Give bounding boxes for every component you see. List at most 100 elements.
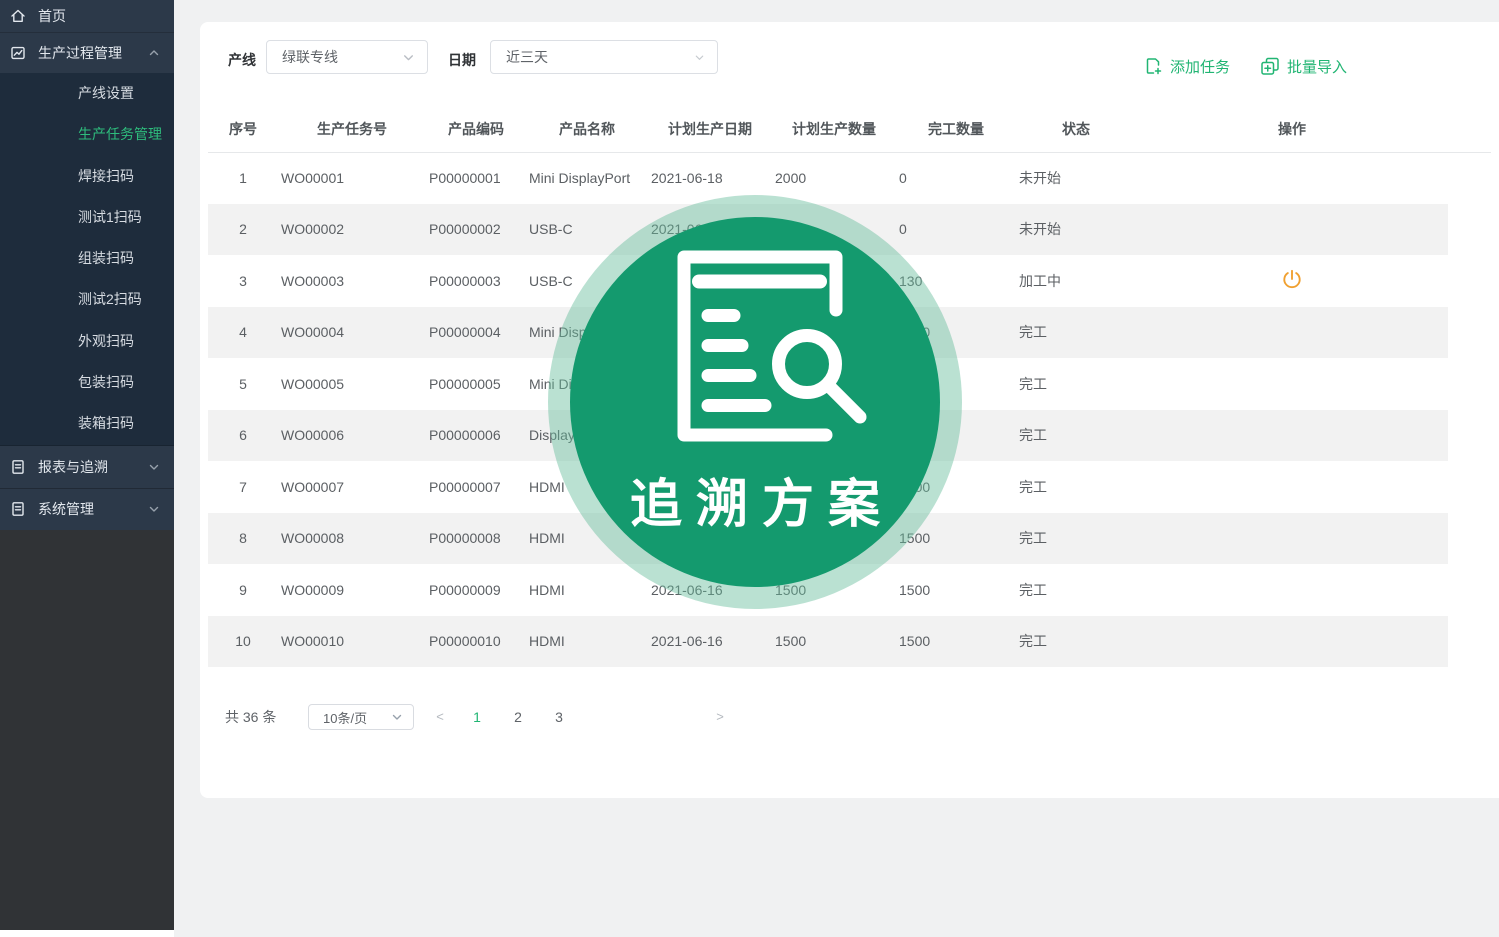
- page-size-select[interactable]: 10条/页: [308, 704, 414, 730]
- table-row: 10WO00010P00000010HDMI2021-06-1615001500…: [208, 616, 1448, 668]
- line-filter-select[interactable]: 绿联专线: [266, 40, 428, 74]
- date-filter-value: 近三天: [491, 47, 694, 67]
- sidebar: 首页 生产过程管理 产线设置生产任务管理焊接扫码测试1扫码组装扫码测试2扫码外观…: [0, 0, 174, 930]
- table-cell: WO00005: [278, 376, 426, 392]
- table-row: 8WO00008P00000008HDMI2021-06-1615001500完…: [208, 513, 1448, 565]
- column-header: 计划生产数量: [772, 119, 896, 139]
- sidebar-subitem[interactable]: 装箱扫码: [0, 403, 174, 444]
- table-cell: 加工中: [1016, 271, 1136, 291]
- power-icon[interactable]: [1281, 268, 1303, 290]
- table-cell: 2000: [772, 170, 896, 186]
- table-cell: 1500: [896, 582, 1016, 598]
- table-cell: 1500: [896, 427, 1016, 443]
- prev-page-button[interactable]: <: [430, 703, 450, 731]
- batch-import-label: 批量导入: [1287, 56, 1347, 77]
- table-cell: 完工: [1016, 631, 1136, 651]
- table-cell: 3: [208, 273, 278, 289]
- page-size-value: 10条/页: [309, 708, 391, 727]
- column-header: 生产任务号: [278, 119, 426, 139]
- table-row: 6WO00006P00000006DisplayPort2021-06-1715…: [208, 410, 1448, 462]
- column-header: 完工数量: [896, 119, 1016, 139]
- table-cell: 1500: [896, 530, 1016, 546]
- table-cell: 1500: [772, 427, 896, 443]
- table-cell: P00000007: [426, 479, 526, 495]
- sidebar-subitem[interactable]: 产线设置: [0, 73, 174, 114]
- chevron-down-icon: [694, 52, 705, 63]
- row-action-cell: [1136, 268, 1448, 293]
- chevron-up-icon: [148, 47, 160, 59]
- page-number-2[interactable]: 2: [507, 703, 529, 731]
- add-task-button[interactable]: 添加任务: [1144, 56, 1230, 77]
- table-cell: USB-C: [526, 221, 648, 237]
- sidebar-subitem[interactable]: 测试2扫码: [0, 279, 174, 320]
- process-icon: [10, 45, 26, 61]
- date-filter-label: 日期: [448, 50, 476, 70]
- sidebar-item-home[interactable]: 首页: [0, 0, 174, 33]
- table-header-divider: [208, 152, 1491, 153]
- table-cell: 130: [896, 273, 1016, 289]
- column-header: 操作: [1136, 119, 1448, 139]
- sidebar-item-reports-group[interactable]: 报表与追溯: [0, 446, 174, 488]
- page-number-3[interactable]: 3: [548, 703, 570, 731]
- sidebar-subitem[interactable]: 外观扫码: [0, 321, 174, 362]
- page-number-1[interactable]: 1: [466, 703, 488, 731]
- pagination-total: 共 36 条: [225, 703, 276, 731]
- table-cell: WO00001: [278, 170, 426, 186]
- table-cell: Mini DisplayPort: [526, 376, 648, 392]
- table-cell: P00000005: [426, 376, 526, 392]
- sidebar-subitem[interactable]: 生产任务管理: [0, 114, 174, 155]
- table-cell: 2021-06-17: [648, 376, 772, 392]
- table-cell: 10: [208, 633, 278, 649]
- table-cell: 1500: [896, 633, 1016, 649]
- table-cell: 2021-06-16: [648, 479, 772, 495]
- sidebar-item-process-group[interactable]: 生产过程管理: [0, 33, 174, 73]
- pagination: 共 36 条 10条/页 < 123 >: [200, 703, 1499, 731]
- app-window: 首页 生产过程管理 产线设置生产任务管理焊接扫码测试1扫码组装扫码测试2扫码外观…: [0, 0, 1499, 937]
- table-cell: 2021-06-16: [648, 633, 772, 649]
- table-cell: 未开始: [1016, 168, 1136, 188]
- table-row: 5WO00005P00000005Mini DisplayPort2021-06…: [208, 358, 1448, 410]
- table-cell: WO00007: [278, 479, 426, 495]
- sidebar-item-system-group[interactable]: 系统管理: [0, 488, 174, 530]
- date-filter-select[interactable]: 近三天: [490, 40, 718, 74]
- table-cell: 完工: [1016, 477, 1136, 497]
- table-cell: 2: [208, 221, 278, 237]
- table-cell: 1: [208, 170, 278, 186]
- sidebar-item-label: 生产过程管理: [38, 43, 148, 63]
- column-header: 产品编码: [426, 119, 526, 139]
- chevron-down-icon: [402, 51, 415, 64]
- sidebar-subitem[interactable]: 包装扫码: [0, 362, 174, 403]
- table-cell: USB-C: [526, 273, 648, 289]
- next-page-button[interactable]: >: [710, 703, 730, 731]
- table-cell: 6: [208, 427, 278, 443]
- table-cell: WO00006: [278, 427, 426, 443]
- chevron-down-icon: [148, 461, 160, 473]
- table-body: 1WO00001P00000001Mini DisplayPort2021-06…: [208, 152, 1448, 667]
- table-row: 2WO00002P00000002USB-C2021-06-1820000未开始: [208, 204, 1448, 256]
- sidebar-subitem[interactable]: 组装扫码: [0, 238, 174, 279]
- table-cell: 完工: [1016, 425, 1136, 445]
- table-cell: 1500: [772, 273, 896, 289]
- table-cell: 1500: [896, 324, 1016, 340]
- table-cell: P00000006: [426, 427, 526, 443]
- table-cell: P00000001: [426, 170, 526, 186]
- table-cell: 完工: [1016, 580, 1136, 600]
- table-cell: 2000: [772, 221, 896, 237]
- table-cell: 5: [208, 376, 278, 392]
- table-cell: P00000004: [426, 324, 526, 340]
- line-filter-label: 产线: [228, 50, 256, 70]
- table-cell: WO00004: [278, 324, 426, 340]
- table-cell: HDMI: [526, 582, 648, 598]
- batch-import-button[interactable]: 批量导入: [1260, 56, 1347, 77]
- table-cell: 8: [208, 530, 278, 546]
- column-header: 状态: [1016, 119, 1136, 139]
- column-header: 序号: [208, 119, 278, 139]
- sidebar-subitem[interactable]: 焊接扫码: [0, 156, 174, 197]
- table-cell: WO00009: [278, 582, 426, 598]
- table-cell: P00000010: [426, 633, 526, 649]
- table-cell: 1500: [896, 479, 1016, 495]
- table-cell: 1500: [772, 530, 896, 546]
- sidebar-subitem[interactable]: 测试1扫码: [0, 197, 174, 238]
- table-cell: WO00003: [278, 273, 426, 289]
- line-filter-value: 绿联专线: [267, 47, 402, 67]
